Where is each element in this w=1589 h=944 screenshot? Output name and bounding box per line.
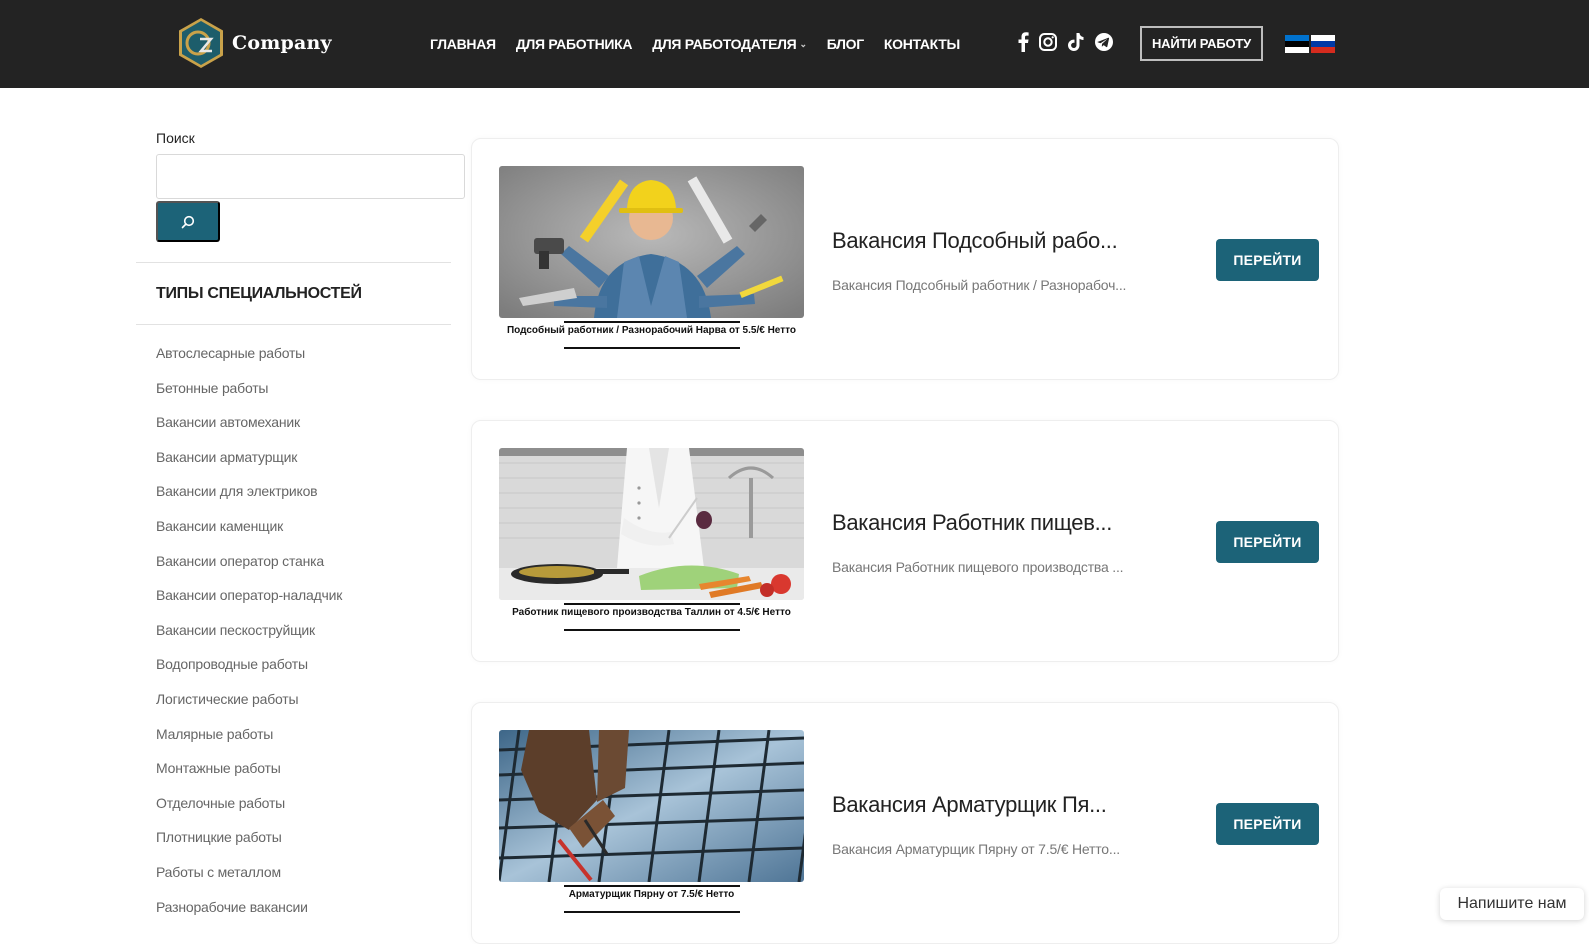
nav-item-for-employer[interactable]: ДЛЯ РАБОТОДАТЕЛЯ ⌄ [652,36,807,52]
nav-item-label: БЛОГ [826,36,864,52]
category-link[interactable]: Разнорабочие вакансии [156,899,342,934]
instagram-icon[interactable] [1038,32,1058,52]
category-link[interactable]: Вакансии арматурщик [156,449,342,484]
go-button[interactable]: ПЕРЕЙТИ [1216,239,1319,281]
category-link[interactable]: Вакансии каменщик [156,518,342,553]
caption-rule [564,885,740,887]
nav-item-home[interactable]: ГЛАВНАЯ [430,36,496,52]
category-link[interactable]: Водопроводные работы [156,656,342,691]
sidebar-divider [136,262,451,263]
flag-estonia-icon[interactable] [1285,35,1309,53]
vacancy-card: Подсобный работник / Разнорабочий Нарва … [471,138,1339,380]
vacancy-title[interactable]: Вакансия Арматурщик Пя... [832,792,1107,818]
category-link[interactable]: Вакансии оператор-наладчик [156,587,342,622]
logo-hexagon-icon [179,18,223,68]
vacancy-excerpt: Вакансия Работник пищевого производства … [832,559,1124,575]
vacancy-image-chef [499,448,804,600]
social-links [1017,32,1123,52]
nav-item-contacts[interactable]: КОНТАКТЫ [884,36,960,52]
telegram-icon[interactable] [1094,32,1114,52]
categories-list: Автослесарные работы Бетонные работы Вак… [156,345,342,933]
nav-item-blog[interactable]: БЛОГ [827,36,864,52]
language-switcher [1285,35,1337,53]
vacancy-image-handyman [499,166,804,318]
vacancy-excerpt: Вакансия Подсобный работник / Разнорабоч… [832,277,1127,293]
vacancy-card: Работник пищевого производства Таллин от… [471,420,1339,662]
flag-russia-icon[interactable] [1311,35,1335,53]
category-link[interactable]: Вакансии оператор станка [156,553,342,588]
vacancy-image-caption: Работник пищевого производства Таллин от… [512,607,791,618]
logo[interactable]: Company [178,17,332,69]
category-link[interactable]: Монтажные работы [156,760,342,795]
vacancy-image-caption: Подсобный работник / Разнорабочий Нарва … [506,325,796,336]
vacancy-image[interactable] [499,730,804,882]
search-input[interactable] [156,154,465,199]
go-button[interactable]: ПЕРЕЙТИ [1216,521,1319,563]
categories-title: ТИПЫ СПЕЦИАЛЬНОСТЕЙ [156,285,362,302]
facebook-icon[interactable] [1017,32,1029,52]
tiktok-icon[interactable] [1067,32,1085,52]
vacancy-image-caption: Арматурщик Пярну от 7.5/€ Нетто [568,889,735,900]
vacancy-image[interactable] [499,448,804,600]
category-link[interactable]: Отделочные работы [156,795,342,830]
find-job-button[interactable]: НАЙТИ РАБОТУ [1140,26,1263,61]
chat-widget-button[interactable]: Напишите нам [1440,888,1584,920]
vacancy-title[interactable]: Вакансия Подсобный рабо... [832,228,1118,254]
category-link[interactable]: Вакансии для электриков [156,483,342,518]
category-link[interactable]: Вакансии автомеханик [156,414,342,449]
caption-rule [564,321,740,323]
caption-rule [564,911,740,913]
go-button[interactable]: ПЕРЕЙТИ [1216,803,1319,845]
category-link[interactable]: Работы с металлом [156,864,342,899]
nav-item-label: ГЛАВНАЯ [430,36,496,52]
logo-text: Company [232,32,332,54]
category-link[interactable]: Малярные работы [156,726,342,761]
nav-item-label: КОНТАКТЫ [883,36,960,52]
category-link[interactable]: Вакансии пескоструйщик [156,622,342,657]
chevron-down-icon: ⌄ [799,38,807,49]
vacancy-image-rebar [499,730,804,882]
caption-rule [564,347,740,349]
vacancy-image[interactable] [499,166,804,318]
nav-item-label: ДЛЯ РАБОТОДАТЕЛЯ [652,36,797,52]
search-button[interactable] [156,201,220,242]
category-link[interactable]: Логистические работы [156,691,342,726]
main-nav: ГЛАВНАЯ ДЛЯ РАБОТНИКА ДЛЯ РАБОТОДАТЕЛЯ ⌄ … [430,0,980,88]
caption-rule [564,603,740,605]
category-link[interactable]: Автослесарные работы [156,345,342,380]
nav-item-for-worker[interactable]: ДЛЯ РАБОТНИКА [515,36,633,52]
vacancy-excerpt: Вакансия Арматурщик Пярну от 7.5/€ Нетто… [832,841,1120,857]
category-link[interactable]: Плотницкие работы [156,829,342,864]
sidebar-divider [136,324,451,325]
search-icon [181,215,195,228]
site-header: Company ГЛАВНАЯ ДЛЯ РАБОТНИКА ДЛЯ РАБОТО… [0,0,1589,88]
caption-rule [564,629,740,631]
category-link[interactable]: Бетонные работы [156,380,342,415]
nav-item-label: ДЛЯ РАБОТНИКА [515,36,633,52]
vacancy-card: Арматурщик Пярну от 7.5/€ Нетто Вакансия… [471,702,1339,944]
vacancy-title[interactable]: Вакансия Работник пищев... [832,510,1112,536]
search-label: Поиск [156,130,195,146]
